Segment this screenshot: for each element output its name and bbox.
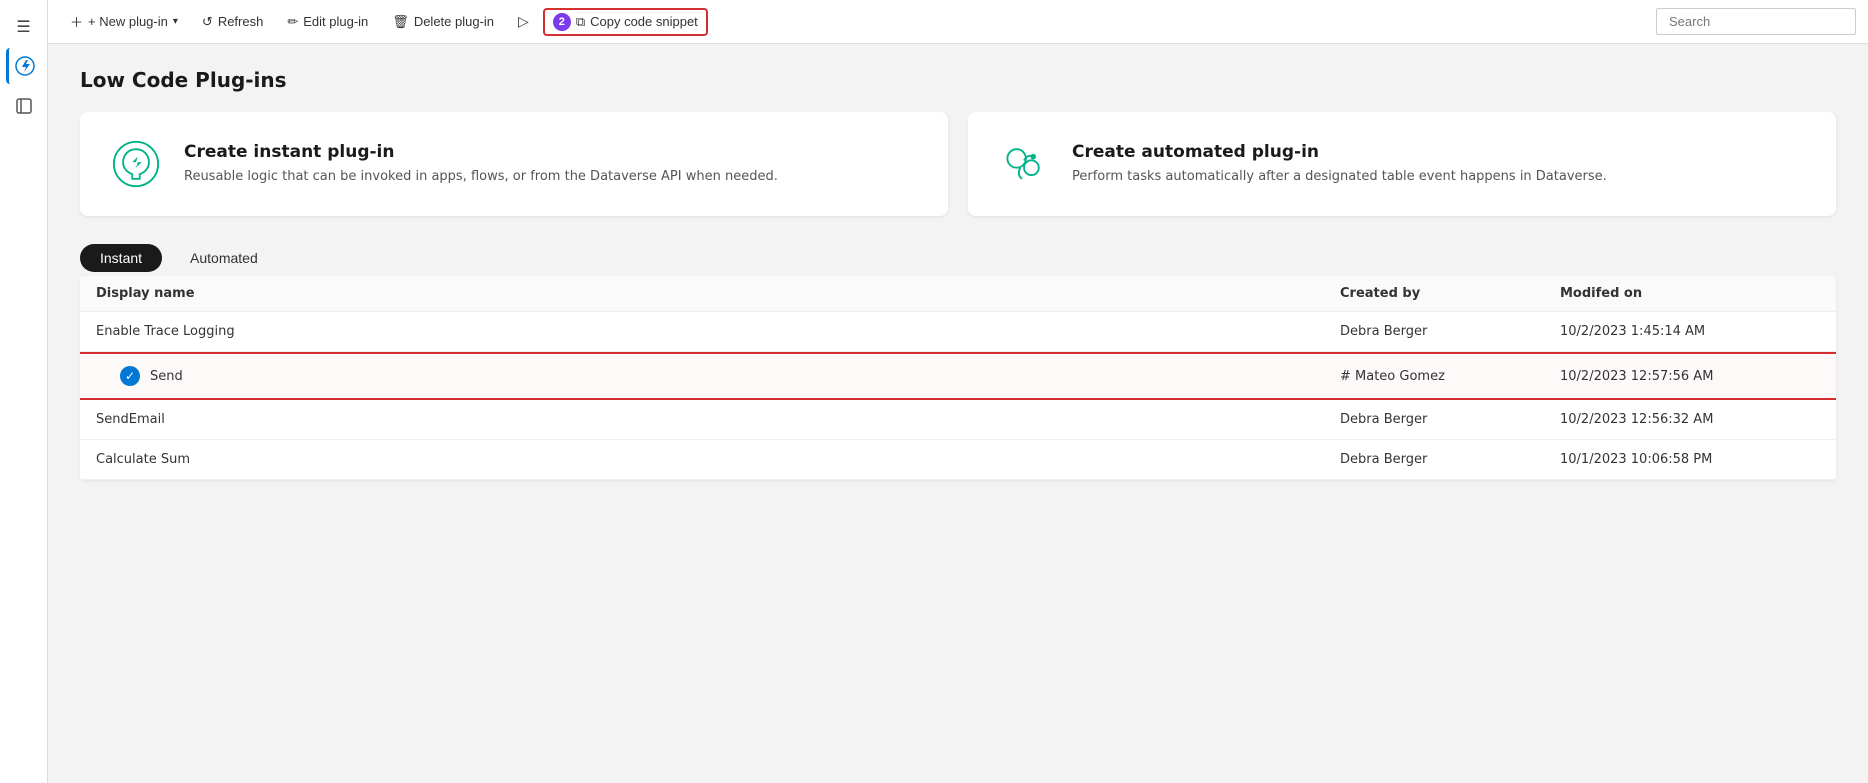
lightning-icon bbox=[15, 56, 35, 76]
new-plugin-icon: ＋ bbox=[70, 12, 83, 31]
automated-card-text: Create automated plug-in Perform tasks a… bbox=[1072, 142, 1607, 186]
table-container: Display name Created by Modifed on Enabl… bbox=[80, 276, 1836, 480]
table-row[interactable]: Calculate Sum Debra Berger 10/1/2023 10:… bbox=[80, 440, 1836, 480]
page-area: Low Code Plug-ins Create instant plug-in… bbox=[48, 44, 1868, 783]
row-created-by: Debra Berger bbox=[1340, 324, 1560, 339]
sidebar-icon-book[interactable] bbox=[6, 88, 42, 124]
row-modified-on: 10/2/2023 1:45:14 AM bbox=[1560, 324, 1820, 339]
edit-plugin-button[interactable]: ✏ Edit plug-in bbox=[277, 9, 378, 35]
tab-automated[interactable]: Automated bbox=[170, 244, 278, 272]
delete-icon: 🗑 bbox=[392, 14, 409, 30]
automated-card[interactable]: Create automated plug-in Perform tasks a… bbox=[968, 112, 1836, 216]
row-name-cell-sendemail: SendEmail bbox=[96, 412, 1340, 427]
sidebar-icon-lightning[interactable] bbox=[6, 48, 42, 84]
copy-code-label: Copy code snippet bbox=[590, 14, 698, 29]
instant-card[interactable]: Create instant plug-in Reusable logic th… bbox=[80, 112, 948, 216]
col-header-modified: Modifed on bbox=[1560, 286, 1820, 301]
instant-card-text: Create instant plug-in Reusable logic th… bbox=[184, 142, 778, 186]
instant-card-icon bbox=[108, 136, 164, 192]
hamburger-button[interactable]: ☰ bbox=[6, 8, 42, 44]
edit-label: Edit plug-in bbox=[303, 14, 368, 29]
run-button[interactable]: ▷ bbox=[508, 8, 539, 35]
tabs-row: Instant Automated bbox=[80, 244, 1836, 272]
hamburger-icon: ☰ bbox=[16, 17, 30, 36]
table-row-selected[interactable]: 1 ✓ Send # Mateo Gomez 10/2/2023 12:57:5… bbox=[80, 352, 1836, 400]
col-header-created: Created by bbox=[1340, 286, 1560, 301]
col-header-name: Display name bbox=[96, 286, 1340, 301]
row-name-cell-calcsum: Calculate Sum bbox=[96, 452, 1340, 467]
table-header: Display name Created by Modifed on bbox=[80, 276, 1836, 312]
run-icon: ▷ bbox=[518, 13, 529, 30]
instant-card-desc: Reusable logic that can be invoked in ap… bbox=[184, 168, 778, 186]
new-plugin-chevron-icon: ▾ bbox=[173, 16, 178, 27]
delete-label: Delete plug-in bbox=[414, 14, 494, 29]
row-modified-on-calcsum: 10/1/2023 10:06:58 PM bbox=[1560, 452, 1820, 467]
refresh-button[interactable]: ↺ Refresh bbox=[192, 9, 273, 35]
delete-plugin-button[interactable]: 🗑 Delete plug-in bbox=[382, 9, 504, 35]
automated-card-desc: Perform tasks automatically after a desi… bbox=[1072, 168, 1607, 186]
table-row[interactable]: Enable Trace Logging Debra Berger 10/2/2… bbox=[80, 312, 1836, 352]
copy-code-button[interactable]: 2 ⧉ Copy code snippet bbox=[543, 8, 708, 36]
search-input[interactable] bbox=[1656, 8, 1856, 35]
new-plugin-button[interactable]: ＋ + New plug-in ▾ bbox=[60, 7, 188, 36]
toolbar: ＋ + New plug-in ▾ ↺ Refresh ✏ Edit plug-… bbox=[48, 0, 1868, 44]
row-display-name-calcsum: Calculate Sum bbox=[96, 452, 190, 467]
row-modified-on-send: 10/2/2023 12:57:56 AM bbox=[1560, 369, 1820, 384]
copy-badge: 2 bbox=[553, 13, 571, 31]
page-title: Low Code Plug-ins bbox=[80, 68, 1836, 92]
sidebar: ☰ bbox=[0, 0, 48, 783]
book-icon bbox=[14, 96, 34, 116]
row-display-name-sendemail: SendEmail bbox=[96, 412, 165, 427]
row-modified-on-sendemail: 10/2/2023 12:56:32 AM bbox=[1560, 412, 1820, 427]
main-content: ＋ + New plug-in ▾ ↺ Refresh ✏ Edit plug-… bbox=[48, 0, 1868, 783]
tab-instant[interactable]: Instant bbox=[80, 244, 162, 272]
check-icon: ✓ bbox=[120, 366, 140, 386]
copy-code-icon: ⧉ bbox=[576, 14, 585, 30]
row-created-by-calcsum: Debra Berger bbox=[1340, 452, 1560, 467]
refresh-label: Refresh bbox=[218, 14, 264, 29]
row-name-cell: Enable Trace Logging bbox=[96, 324, 1340, 339]
table-row[interactable]: SendEmail Debra Berger 10/2/2023 12:56:3… bbox=[80, 400, 1836, 440]
row-name-cell-send: ✓ Send bbox=[120, 366, 1340, 386]
cards-row: Create instant plug-in Reusable logic th… bbox=[80, 112, 1836, 216]
row-display-name: Enable Trace Logging bbox=[96, 324, 235, 339]
refresh-icon: ↺ bbox=[202, 14, 213, 30]
row-display-name-send: Send bbox=[150, 369, 183, 384]
row-created-by-send: # Mateo Gomez bbox=[1340, 369, 1560, 384]
automated-card-title: Create automated plug-in bbox=[1072, 142, 1607, 162]
new-plugin-label: + New plug-in bbox=[88, 14, 168, 29]
edit-icon: ✏ bbox=[287, 14, 298, 30]
automated-card-icon bbox=[996, 136, 1052, 192]
instant-card-title: Create instant plug-in bbox=[184, 142, 778, 162]
row-created-by-sendemail: Debra Berger bbox=[1340, 412, 1560, 427]
